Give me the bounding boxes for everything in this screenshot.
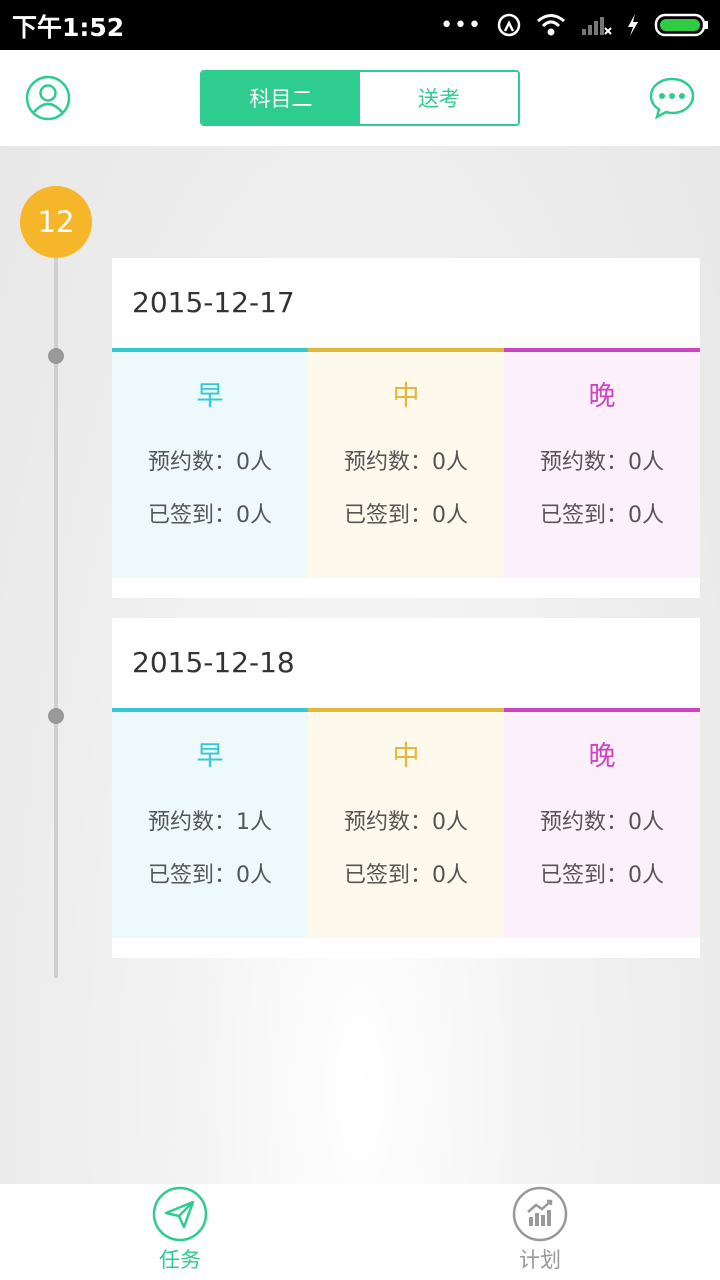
status-time: 下午1:52 (12, 13, 125, 42)
day-card[interactable]: 2015-12-17 早 预约数：0人 已签到：0人 中 预约数：0人 已签到：… (112, 258, 700, 598)
signal-icon (582, 17, 612, 35)
checked-in-count: 已签到：0人 (344, 863, 468, 888)
tab-subject-two[interactable]: 科目二 (202, 72, 360, 124)
time-slots: 早 预约数：0人 已签到：0人 中 预约数：0人 已签到：0人 晚 预约数：0人… (112, 348, 700, 578)
checked-in-count: 已签到：0人 (148, 863, 272, 888)
checked-in-count: 已签到：0人 (540, 863, 664, 888)
more-dots-icon: ••• (440, 12, 482, 38)
month-badge: 12 (20, 186, 92, 258)
battery-icon (654, 13, 708, 37)
sync-icon (497, 13, 521, 37)
nav-tasks[interactable]: 任务 (80, 1184, 280, 1280)
slot-label: 早 (196, 381, 224, 412)
checked-in-count: 已签到：0人 (148, 503, 272, 528)
booked-count: 预约数：0人 (148, 450, 272, 475)
day-card[interactable]: 2015-12-18 早 预约数：1人 已签到：0人 中 预约数：0人 已签到：… (112, 618, 700, 958)
slot-label: 晚 (588, 741, 616, 772)
day-date: 2015-12-18 (132, 646, 295, 679)
timeline-dot (48, 708, 64, 724)
slot-label: 中 (392, 381, 420, 412)
chart-icon (512, 1186, 568, 1242)
wifi-icon (537, 14, 565, 36)
checked-in-count: 已签到：0人 (344, 503, 468, 528)
app-header: 科目二 送考 (0, 50, 720, 146)
messages-button[interactable] (648, 74, 696, 122)
booked-count: 预约数：0人 (540, 810, 664, 835)
day-date: 2015-12-17 (132, 286, 295, 319)
slot-label: 早 (196, 741, 224, 772)
timeline-dot (48, 348, 64, 364)
booked-count: 预约数：0人 (540, 450, 664, 475)
chat-bubble-icon (649, 77, 695, 120)
tab-exam-escort[interactable]: 送考 (360, 72, 518, 124)
booked-count: 预约数：1人 (148, 810, 272, 835)
slot-noon[interactable]: 中 预约数：0人 已签到：0人 (308, 348, 504, 578)
slot-evening[interactable]: 晚 预约数：0人 已签到：0人 (504, 708, 700, 938)
user-icon (25, 75, 71, 121)
slot-morning[interactable]: 早 预约数：1人 已签到：0人 (112, 708, 308, 938)
slot-evening[interactable]: 晚 预约数：0人 已签到：0人 (504, 348, 700, 578)
nav-label: 计划 (519, 1248, 561, 1272)
booked-count: 预约数：0人 (344, 810, 468, 835)
slot-noon[interactable]: 中 预约数：0人 已签到：0人 (308, 708, 504, 938)
status-icons: ••• (440, 10, 710, 40)
nav-label: 任务 (159, 1248, 201, 1272)
profile-button[interactable] (24, 74, 72, 122)
slot-label: 晚 (588, 381, 616, 412)
nav-plan[interactable]: 计划 (440, 1184, 640, 1280)
booked-count: 预约数：0人 (344, 450, 468, 475)
checked-in-count: 已签到：0人 (540, 503, 664, 528)
time-slots: 早 预约数：1人 已签到：0人 中 预约数：0人 已签到：0人 晚 预约数：0人… (112, 708, 700, 938)
bottom-nav: 任务 计划 (0, 1184, 720, 1280)
slot-morning[interactable]: 早 预约数：0人 已签到：0人 (112, 348, 308, 578)
status-bar: 下午1:52 ••• (0, 0, 720, 50)
subject-segmented-control: 科目二 送考 (200, 70, 520, 126)
paper-plane-icon (152, 1186, 208, 1242)
slot-label: 中 (392, 741, 420, 772)
charging-icon (628, 14, 638, 36)
